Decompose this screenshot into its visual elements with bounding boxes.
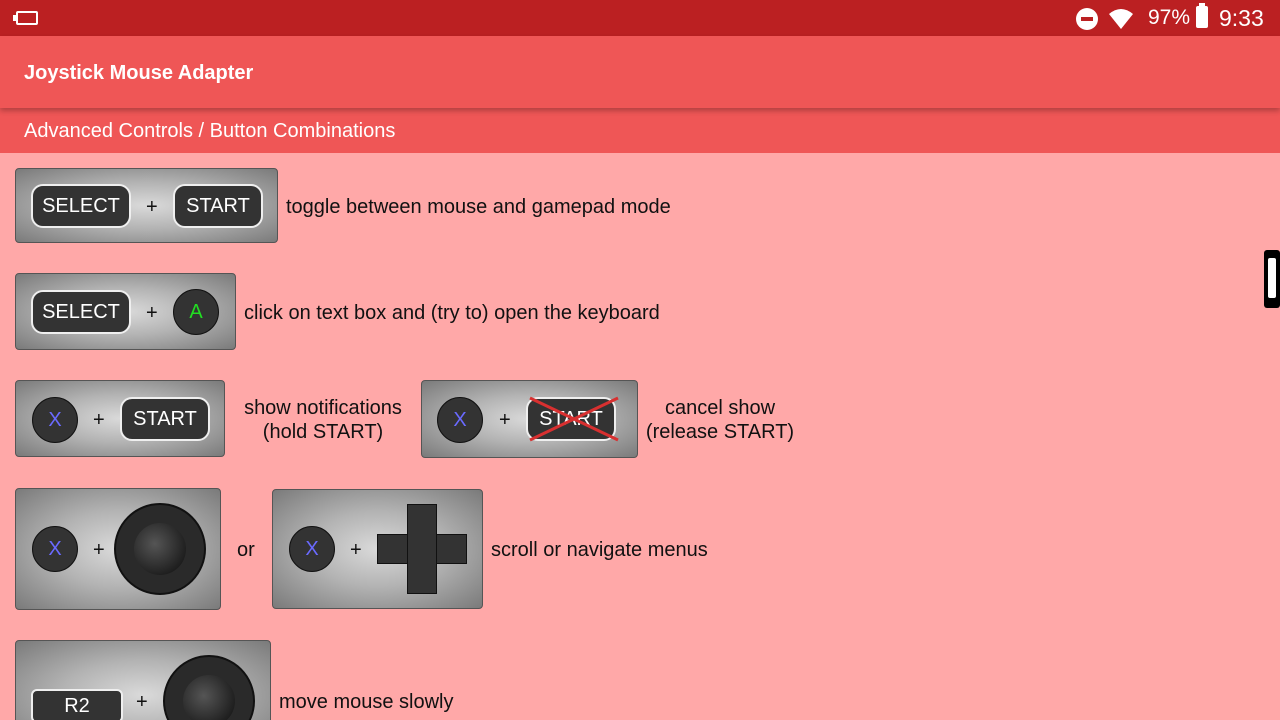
left-stick-icon bbox=[114, 503, 206, 595]
start-button: START bbox=[120, 397, 210, 441]
description-line: cancel show bbox=[664, 397, 776, 419]
r2-button: R2 bbox=[31, 689, 123, 720]
combo-x-stick-panel: X + bbox=[15, 488, 221, 610]
plus-sign: + bbox=[93, 409, 105, 431]
combo-x-start-panel: X + START bbox=[15, 380, 225, 457]
combo-description: show notifications (hold START) bbox=[232, 396, 414, 444]
select-button: SELECT bbox=[31, 184, 131, 228]
plus-sign: + bbox=[146, 196, 158, 218]
x-button: X bbox=[289, 526, 335, 572]
description-line: show notifications bbox=[244, 397, 402, 419]
combo-r2-stick-panel: R2 + bbox=[15, 640, 271, 720]
description-line: (hold START) bbox=[262, 421, 384, 443]
do-not-disturb-icon bbox=[1076, 8, 1098, 30]
select-button: SELECT bbox=[31, 290, 131, 334]
section-title: Advanced Controls / Button Combinations bbox=[24, 120, 396, 142]
start-button: START bbox=[173, 184, 263, 228]
app-title: Joystick Mouse Adapter bbox=[24, 62, 254, 84]
battery-charging-icon bbox=[1196, 3, 1208, 28]
plus-sign: + bbox=[93, 539, 105, 561]
plus-sign: + bbox=[146, 302, 158, 324]
x-button: X bbox=[32, 397, 78, 443]
combo-cancel-panel: X + START bbox=[421, 380, 638, 458]
section-header: Advanced Controls / Button Combinations bbox=[0, 108, 1280, 153]
plus-sign: + bbox=[136, 691, 148, 713]
right-stick-icon bbox=[163, 655, 255, 720]
dpad-icon bbox=[377, 504, 467, 594]
status-bar: 97% 9:33 bbox=[0, 0, 1280, 36]
or-separator: or bbox=[237, 539, 255, 561]
combo-select-a-panel: SELECT + A bbox=[15, 273, 236, 350]
combo-description: toggle between mouse and gamepad mode bbox=[286, 196, 671, 218]
app-bar: Joystick Mouse Adapter bbox=[0, 36, 1280, 108]
screen-icon bbox=[13, 11, 38, 25]
combo-x-dpad-panel: X + bbox=[272, 489, 483, 609]
combo-description: move mouse slowly bbox=[279, 691, 454, 713]
combo-select-start-panel: SELECT + START bbox=[15, 168, 278, 243]
cancel-cross-icon bbox=[529, 396, 619, 442]
description-line: (release START) bbox=[645, 421, 795, 443]
combo-description: scroll or navigate menus bbox=[491, 539, 708, 561]
x-button: X bbox=[437, 397, 483, 443]
a-button: A bbox=[173, 289, 219, 335]
wifi-icon bbox=[1109, 9, 1133, 29]
plus-sign: + bbox=[499, 409, 511, 431]
scrollbar-thumb[interactable] bbox=[1264, 250, 1280, 308]
x-button: X bbox=[32, 526, 78, 572]
combo-description: click on text box and (try to) open the … bbox=[244, 302, 660, 324]
battery-percent: 97% bbox=[1148, 6, 1191, 29]
plus-sign: + bbox=[350, 539, 362, 561]
clock: 9:33 bbox=[1219, 5, 1264, 31]
combo-description: cancel show (release START) bbox=[640, 396, 800, 444]
